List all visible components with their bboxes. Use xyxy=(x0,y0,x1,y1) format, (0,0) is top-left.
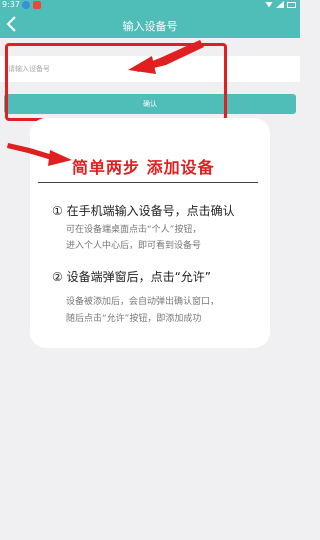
step-1-line-1: 可在设备端桌面点击“个人”按钮， xyxy=(66,225,202,235)
step-1-line-2: 进入个人中心后，即可看到设备号 xyxy=(66,241,202,251)
guide-divider xyxy=(38,182,258,183)
page-title: 输入设备号 xyxy=(122,20,178,33)
notification-icon xyxy=(22,1,30,9)
battery-icon xyxy=(287,1,296,8)
step-2-title: ② 设备端弹窗后，点击“允许” xyxy=(52,270,212,284)
signal-icon xyxy=(276,1,284,8)
wifi-icon xyxy=(265,1,273,8)
guide-title: 简单两步 添加设备 xyxy=(72,158,215,177)
status-icons xyxy=(265,1,296,8)
step-2-line-1: 设备被添加后，会自动弹出确认窗口， xyxy=(66,297,220,307)
status-time: 9:37 xyxy=(2,0,20,9)
step-1-title: ① 在手机端输入设备号，点击确认 xyxy=(52,204,235,218)
top-app-bar: 9:37 输入设备号 xyxy=(0,0,300,38)
annotation-highlight-box xyxy=(5,43,227,121)
status-bar: 9:37 xyxy=(0,0,300,12)
app-badge-icon xyxy=(33,1,41,9)
step-2-line-2: 随后点击“允许”按钮，即添加成功 xyxy=(66,314,202,324)
